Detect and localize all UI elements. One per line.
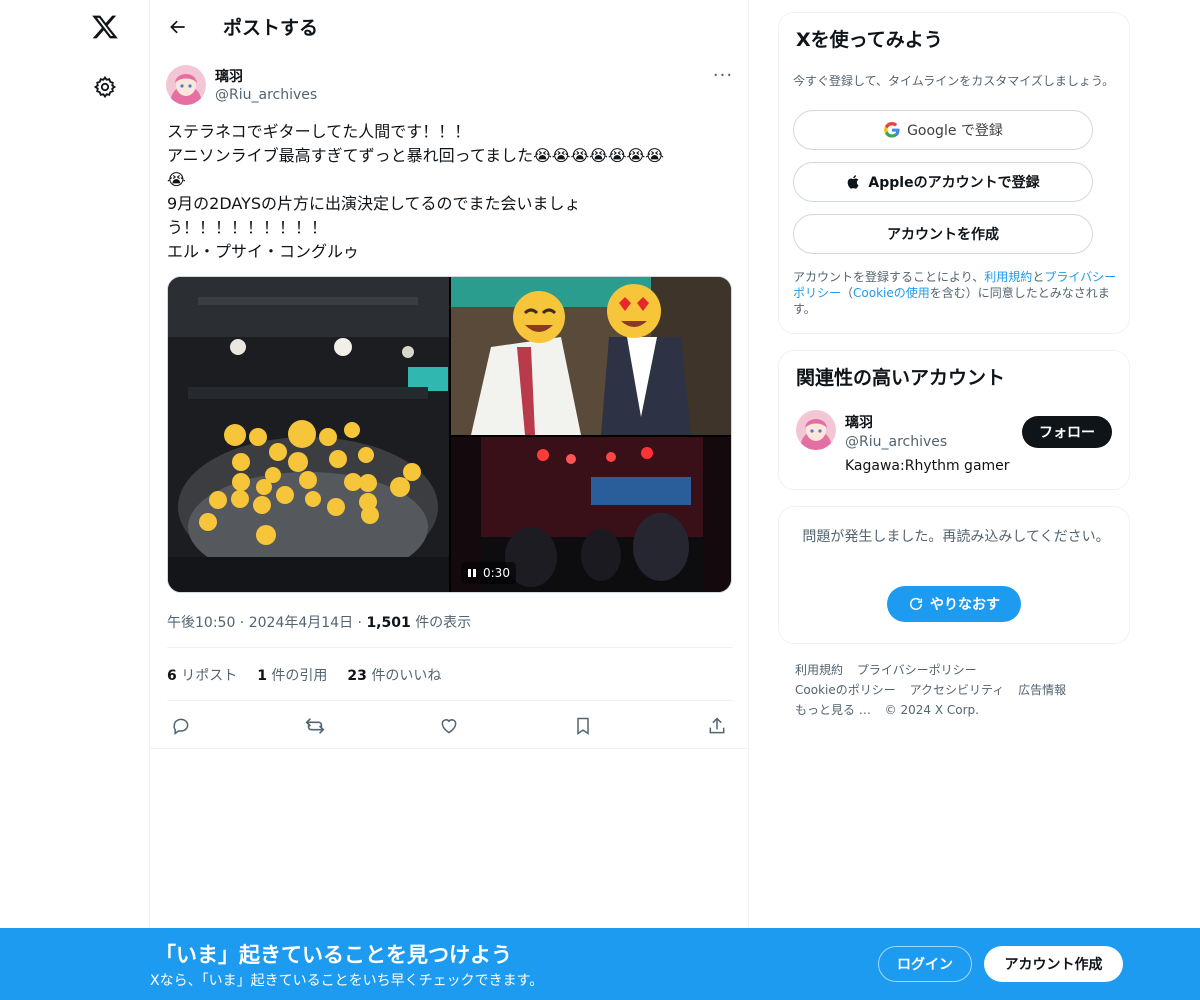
post-meta: 午後10:50 · 2024年4月14日 · 1,501 件の表示 (167, 615, 472, 631)
video-thumbnail[interactable]: 0:30 (451, 437, 731, 592)
post-stats: 6 リポスト 1 件の引用 23 件のいいね (167, 665, 441, 685)
signup-title: Xを使ってみよう (796, 29, 943, 51)
post-text-line: う！！！！！！！！！ (167, 218, 328, 237)
reposts-label: リポスト (181, 668, 238, 684)
create-account-button[interactable]: アカウントを作成 (793, 214, 1093, 254)
views-label: 件の表示 (415, 615, 472, 631)
post-media-grid: 0:30 (167, 276, 732, 593)
banner-create-account-button[interactable]: アカウント作成 (984, 946, 1123, 982)
bookmark-icon[interactable] (571, 714, 595, 738)
apple-signup-label: Appleのアカウントで登録 (868, 175, 1040, 191)
related-name[interactable]: 璃羽 (845, 412, 873, 432)
terms-text: （ (841, 286, 854, 300)
likes-stat[interactable]: 23 件のいいね (347, 665, 441, 685)
x-logo-icon[interactable] (88, 10, 122, 44)
back-arrow-icon[interactable] (162, 11, 194, 43)
apple-icon (848, 175, 859, 189)
footer-link[interactable]: 広告情報 (1018, 683, 1066, 697)
repost-icon[interactable] (303, 714, 327, 738)
post-text-line: 9月の2DAYSの片方に出演決定してるのでまた会いましょ (167, 194, 581, 213)
terms-text: と (1032, 270, 1045, 284)
page-title: ポストする (223, 17, 319, 39)
error-message: 問題が発生しました。再読み込みしてください。 (802, 529, 1110, 545)
video-duration: 0:30 (483, 566, 510, 580)
divider (167, 647, 733, 648)
error-card: 問題が発生しました。再読み込みしてください。 やりなおす (778, 506, 1130, 644)
quotes-label: 件の引用 (271, 668, 328, 684)
post-text-line: ステラネコでギターしてた人間です！！！ (167, 122, 471, 141)
google-signup-button[interactable]: Google で登録 (793, 110, 1093, 150)
footer-link[interactable]: 利用規約 (795, 663, 843, 677)
follow-button[interactable]: フォロー (1022, 416, 1112, 448)
quotes-count: 1 (257, 668, 267, 684)
post-body: ステラネコでギターしてた人間です！！！ アニソンライブ最高すぎてずっと暴れ回って… (167, 120, 727, 264)
footer-links: 利用規約 プライバシーポリシー Cookieのポリシー アクセシビリティ 広告情… (795, 660, 1125, 720)
banner-subtitle: Xなら、「いま」起きていることをいち早くチェックできます。 (150, 973, 544, 989)
post-text-line: エル・プサイ・コングルゥ (167, 242, 360, 261)
copyright: © 2024 X Corp. (884, 703, 979, 717)
author-name[interactable]: 璃羽 (215, 66, 243, 86)
share-icon[interactable] (705, 714, 729, 738)
create-account-label: アカウントを作成 (887, 227, 999, 243)
post-actions (167, 712, 733, 740)
footer-link[interactable]: アクセシビリティ (910, 683, 1005, 697)
post-date[interactable]: 2024年4月14日 (249, 615, 353, 631)
settings-gear-icon[interactable] (89, 71, 121, 103)
refresh-icon (909, 597, 923, 610)
signup-terms: アカウントを登録することにより、利用規約とプライバシーポリシー（Cookieの使… (793, 269, 1118, 317)
reply-icon[interactable] (169, 714, 193, 738)
post-time[interactable]: 午後10:50 (167, 615, 235, 631)
footer-link[interactable]: Cookieのポリシー (795, 683, 896, 697)
reposts-count: 6 (167, 668, 177, 684)
terms-link[interactable]: 利用規約 (984, 270, 1032, 284)
terms-text: アカウントを登録することにより、 (793, 270, 985, 284)
quotes-stat[interactable]: 1 件の引用 (257, 665, 327, 685)
google-signup-label: Google で登録 (907, 123, 1003, 139)
signup-subtitle: 今すぐ登録して、タイムラインをカスタマイズしましょう。 (793, 74, 1115, 88)
banner-title: 「いま」起きていることを見つけよう (155, 943, 512, 967)
related-avatar[interactable] (796, 410, 836, 450)
duo-photo[interactable] (451, 277, 731, 435)
signup-card: Xを使ってみよう 今すぐ登録して、タイムラインをカスタマイズしましょう。 Goo… (778, 12, 1130, 334)
retry-button[interactable]: やりなおす (887, 586, 1021, 622)
post-text-line: 😭 (167, 170, 186, 189)
related-handle[interactable]: @Riu_archives (845, 434, 947, 450)
author-handle[interactable]: @Riu_archives (215, 87, 317, 103)
google-icon (884, 121, 900, 138)
related-bio: Kagawa:Rhythm gamer (845, 458, 1010, 474)
main-column: ポストする 璃羽 @Riu_archives ··· ステラネコでギターしてた人… (149, 0, 750, 1000)
post-text-line: アニソンライブ最高すぎてずっと暴れ回ってました😭😭😭😭😭😭😭 (167, 146, 664, 165)
group-photo[interactable] (168, 277, 449, 592)
likes-label: 件のいいね (371, 668, 442, 684)
retry-label: やりなおす (930, 597, 1000, 613)
login-button[interactable]: ログイン (878, 946, 972, 982)
post-header: ポストする (150, 0, 750, 53)
more-options-icon[interactable]: ··· (710, 64, 736, 86)
like-heart-icon[interactable] (437, 714, 461, 738)
author-avatar[interactable] (166, 65, 206, 105)
divider (167, 700, 733, 701)
apple-signup-button[interactable]: Appleのアカウントで登録 (793, 162, 1093, 202)
reposts-stat[interactable]: 6 リポスト (167, 665, 237, 685)
video-duration-badge[interactable]: 0:30 (461, 562, 516, 584)
footer-link[interactable]: もっと見る … (795, 703, 871, 717)
likes-count: 23 (347, 668, 367, 684)
left-nav (0, 0, 150, 1000)
related-accounts-card: 関連性の高いアカウント 璃羽 @Riu_archives Kagawa:Rhyt… (778, 350, 1130, 490)
related-title: 関連性の高いアカウント (796, 367, 1006, 389)
cookie-link[interactable]: Cookieの使用 (853, 286, 930, 300)
footer-link[interactable]: プライバシーポリシー (857, 663, 977, 677)
divider (150, 748, 750, 749)
views-count: 1,501 (366, 615, 411, 631)
pause-icon[interactable] (467, 568, 477, 578)
